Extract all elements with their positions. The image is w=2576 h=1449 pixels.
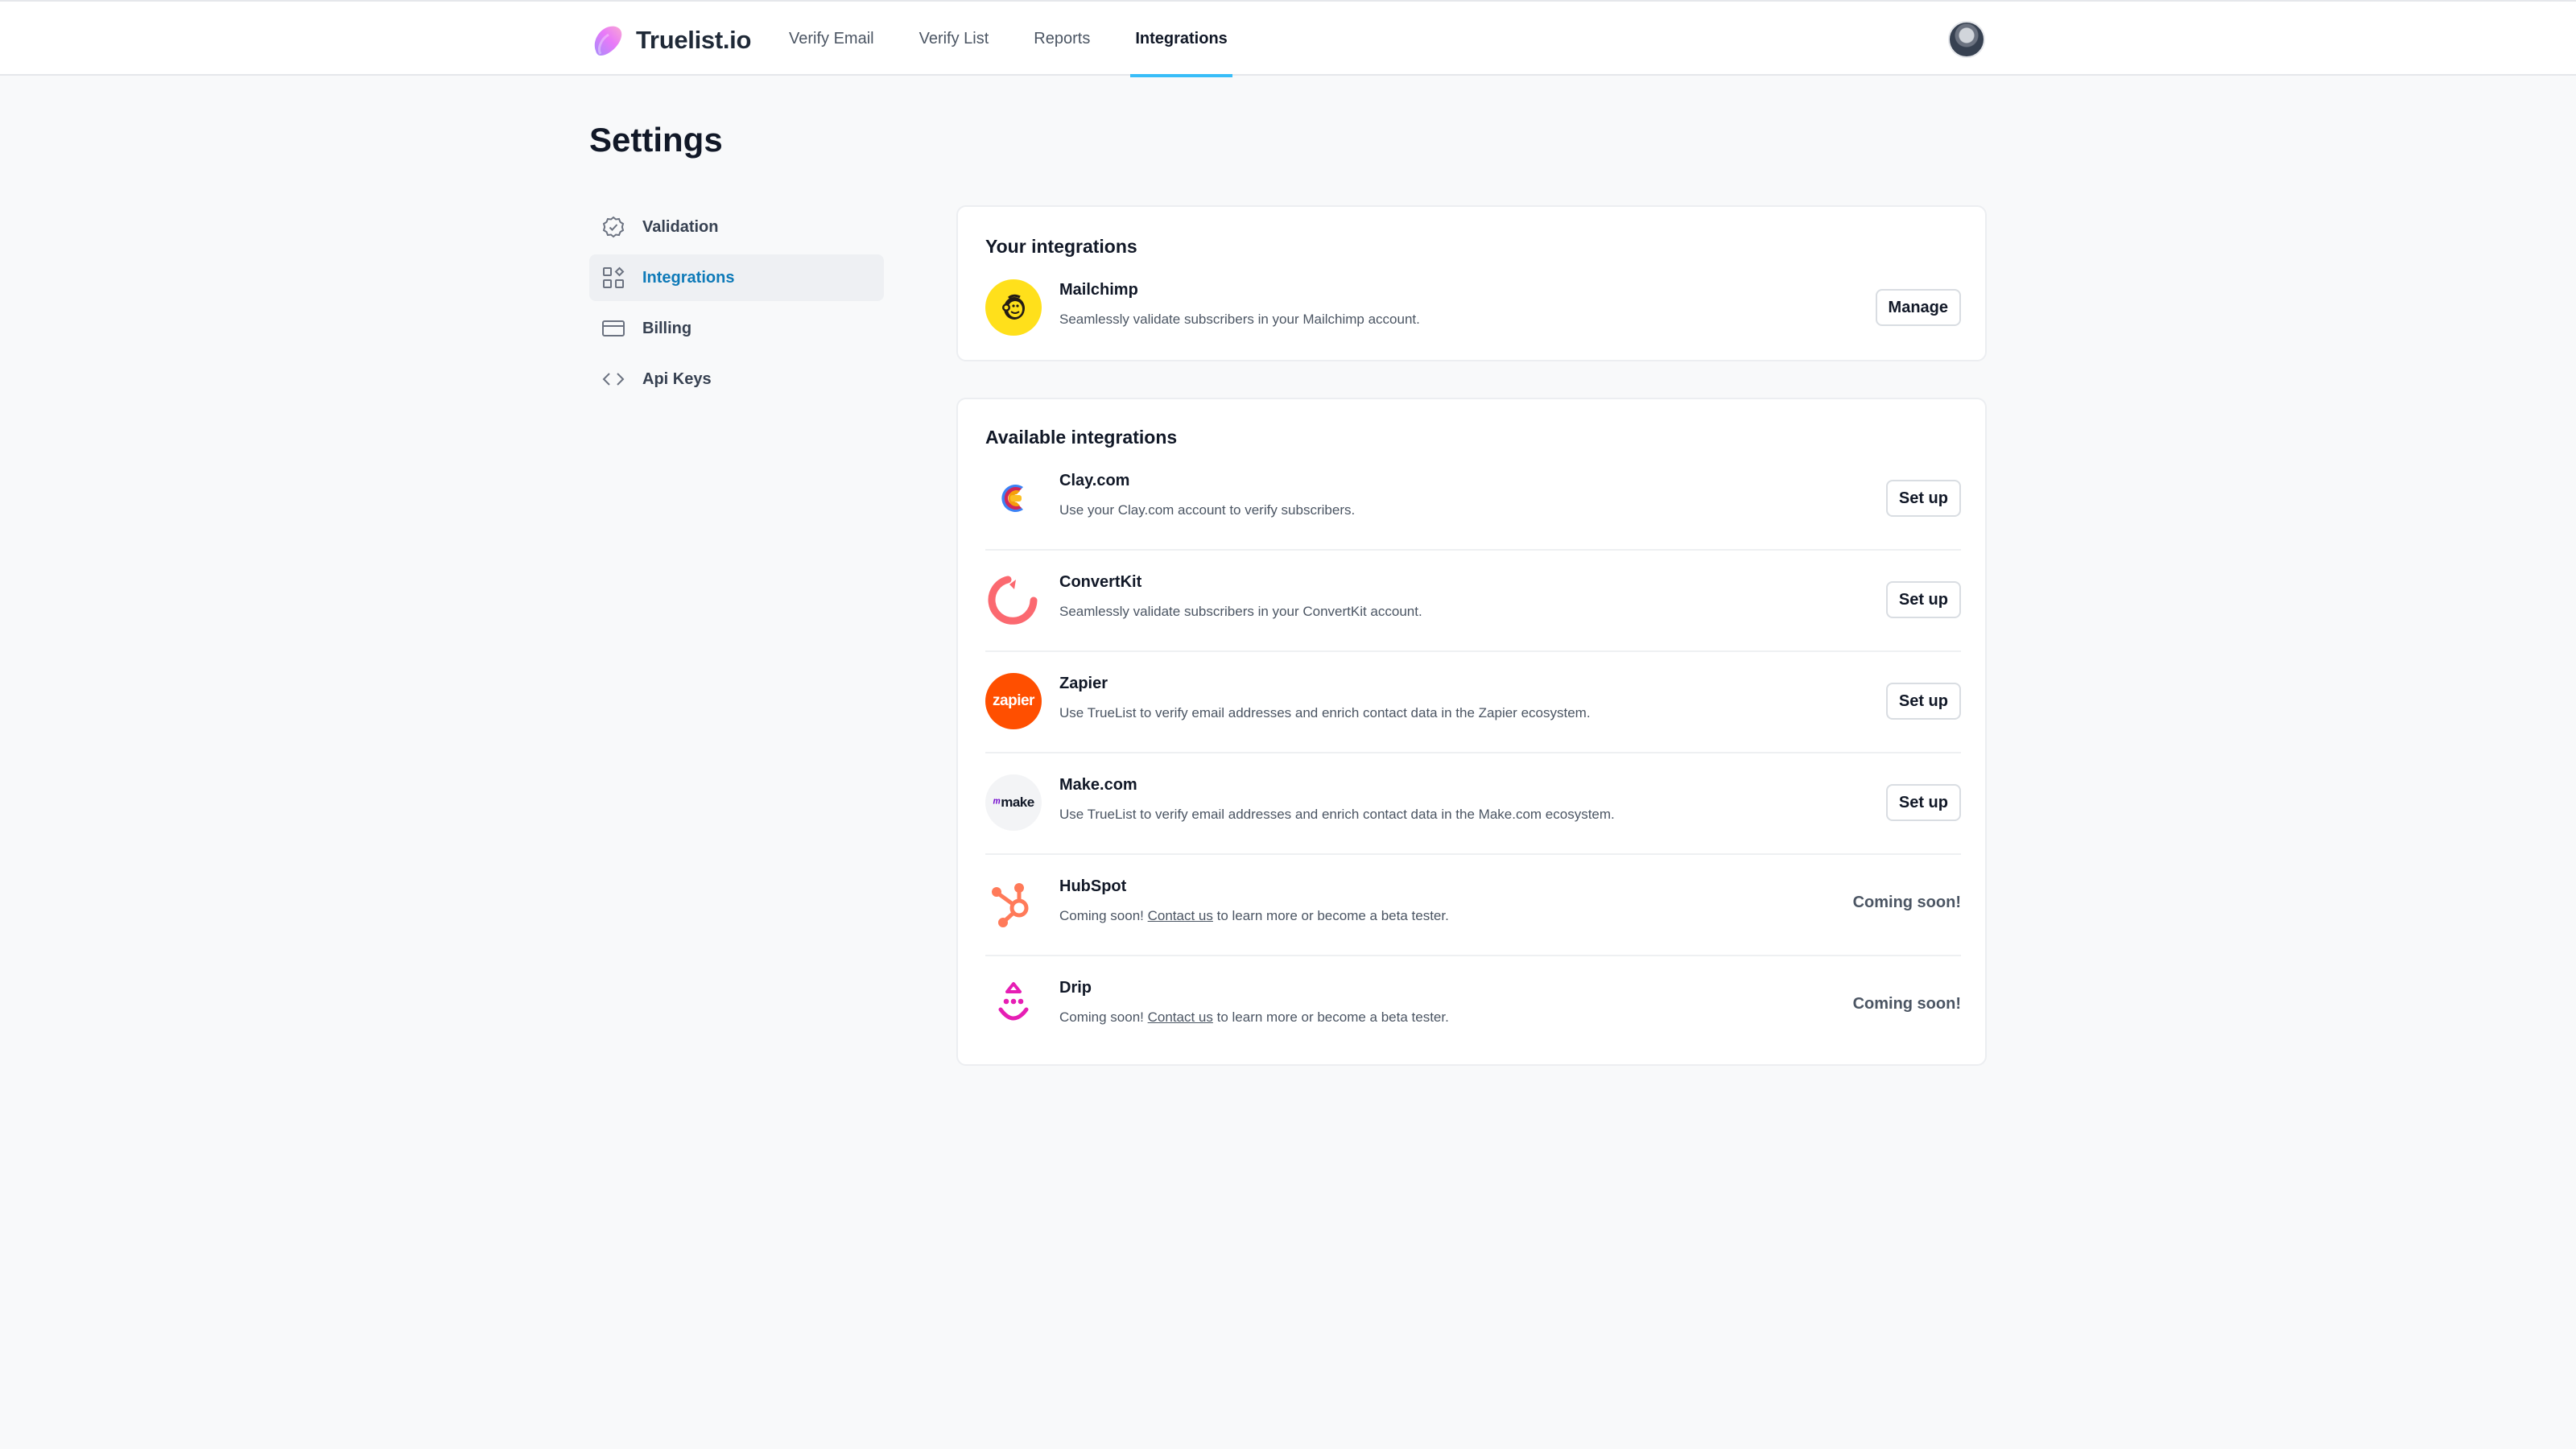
clay-logo-icon (985, 470, 1042, 526)
page-title: Settings (589, 121, 723, 159)
integration-name: ConvertKit (1059, 573, 1142, 591)
integration-description: Seamlessly validate subscribers in your … (1059, 604, 1422, 619)
integration-row-mailchimp: Mailchimp Seamlessly validate subscriber… (985, 257, 1961, 358)
integration-description: Coming soon! Contact us to learn more or… (1059, 1009, 1449, 1026)
zapier-logo-text: zapier (993, 692, 1034, 709)
tab-integrations[interactable]: Integrations (1130, 2, 1233, 77)
main-nav: Verify Email Verify List Reports Integra… (789, 2, 1273, 77)
setup-button-clay[interactable]: Set up (1885, 480, 1961, 517)
tab-verify-email[interactable]: Verify Email (789, 2, 874, 76)
integration-name: Drip (1059, 979, 1092, 997)
sidebar-item-label: Integrations (642, 268, 735, 287)
make-logo-icon: ᵐ make (985, 774, 1042, 831)
sidebar-item-label: Billing (642, 319, 692, 337)
description-suffix: to learn more or become a beta tester. (1212, 1009, 1449, 1025)
integration-row-make: ᵐ make Make.com Use TrueList to verify e… (985, 752, 1961, 853)
mailchimp-logo-icon (985, 279, 1042, 336)
contact-us-link[interactable]: Contact us (1148, 908, 1213, 923)
row-divider (985, 752, 1961, 753)
zapier-logo-icon: zapier (985, 673, 1042, 729)
your-integrations-card: Your integrations Mailchimp Seamlessly v… (956, 205, 1987, 361)
integration-name: Clay.com (1059, 472, 1130, 489)
sidebar-item-integrations[interactable]: Integrations (589, 254, 884, 301)
integration-row-clay: Clay.com Use your Clay.com account to ve… (985, 448, 1961, 549)
credit-card-icon (601, 316, 626, 341)
available-integrations-card: Available integrations Clay.com Use your… (956, 398, 1987, 1066)
setup-button-zapier[interactable]: Set up (1885, 683, 1961, 720)
description-prefix: Coming soon! (1059, 1009, 1148, 1025)
coming-soon-label: Coming soon! (1852, 894, 1961, 911)
settings-sidebar: Validation Integrations Billing Api Keys (589, 204, 884, 407)
tab-reports[interactable]: Reports (1034, 2, 1090, 76)
sidebar-item-label: Api Keys (642, 369, 712, 388)
your-integrations-title: Your integrations (985, 236, 1137, 257)
contact-us-link[interactable]: Contact us (1148, 1009, 1213, 1025)
truelist-logo-icon (594, 26, 622, 56)
setup-button-convertkit[interactable]: Set up (1885, 581, 1961, 618)
integration-description: Use TrueList to verify email addresses a… (1059, 705, 1591, 720)
make-logo-mark: ᵐ (993, 795, 1001, 810)
description-suffix: to learn more or become a beta tester. (1212, 908, 1449, 923)
grid-shapes-icon (601, 265, 626, 291)
brand[interactable]: Truelist.io (589, 21, 751, 60)
setup-button-make[interactable]: Set up (1885, 784, 1961, 821)
badge-check-icon (601, 214, 626, 240)
brand-name: Truelist.io (636, 26, 752, 54)
integration-description: Seamlessly validate subscribers in your … (1059, 312, 1420, 327)
integration-row-zapier: zapier Zapier Use TrueList to verify ema… (985, 650, 1961, 752)
integration-description: Use your Clay.com account to verify subs… (1059, 502, 1356, 518)
drip-logo-icon (985, 977, 1042, 1034)
row-divider (985, 955, 1961, 956)
integration-name: Make.com (1059, 776, 1137, 794)
hubspot-logo-icon (985, 876, 1042, 932)
coming-soon-label: Coming soon! (1852, 995, 1961, 1013)
row-divider (985, 853, 1961, 855)
sidebar-item-api-keys[interactable]: Api Keys (589, 356, 884, 402)
integration-name: Zapier (1059, 675, 1108, 692)
integration-description: Use TrueList to verify email addresses a… (1059, 807, 1615, 822)
integration-row-convertkit: ConvertKit Seamlessly validate subscribe… (985, 549, 1961, 650)
manage-button[interactable]: Manage (1875, 289, 1961, 326)
row-divider (985, 650, 1961, 652)
sidebar-item-billing[interactable]: Billing (589, 305, 884, 352)
integration-row-drip: Drip Coming soon! Contact us to learn mo… (985, 955, 1961, 1056)
integration-name: Mailchimp (1059, 281, 1138, 299)
integration-description: Coming soon! Contact us to learn more or… (1059, 908, 1449, 924)
convertkit-logo-icon (985, 572, 1042, 628)
user-avatar[interactable] (1948, 21, 1985, 58)
description-prefix: Coming soon! (1059, 908, 1148, 923)
available-integrations-title: Available integrations (985, 427, 1178, 448)
integration-row-hubspot: HubSpot Coming soon! Contact us to learn… (985, 853, 1961, 955)
top-navigation-bar: Truelist.io Verify Email Verify List Rep… (0, 0, 2576, 77)
sidebar-item-validation[interactable]: Validation (589, 204, 884, 250)
integration-name: HubSpot (1059, 877, 1127, 895)
make-logo-text: make (1001, 795, 1034, 810)
tab-verify-list[interactable]: Verify List (919, 2, 989, 76)
row-divider (985, 549, 1961, 551)
code-brackets-icon (601, 366, 626, 392)
sidebar-item-label: Validation (642, 217, 719, 236)
